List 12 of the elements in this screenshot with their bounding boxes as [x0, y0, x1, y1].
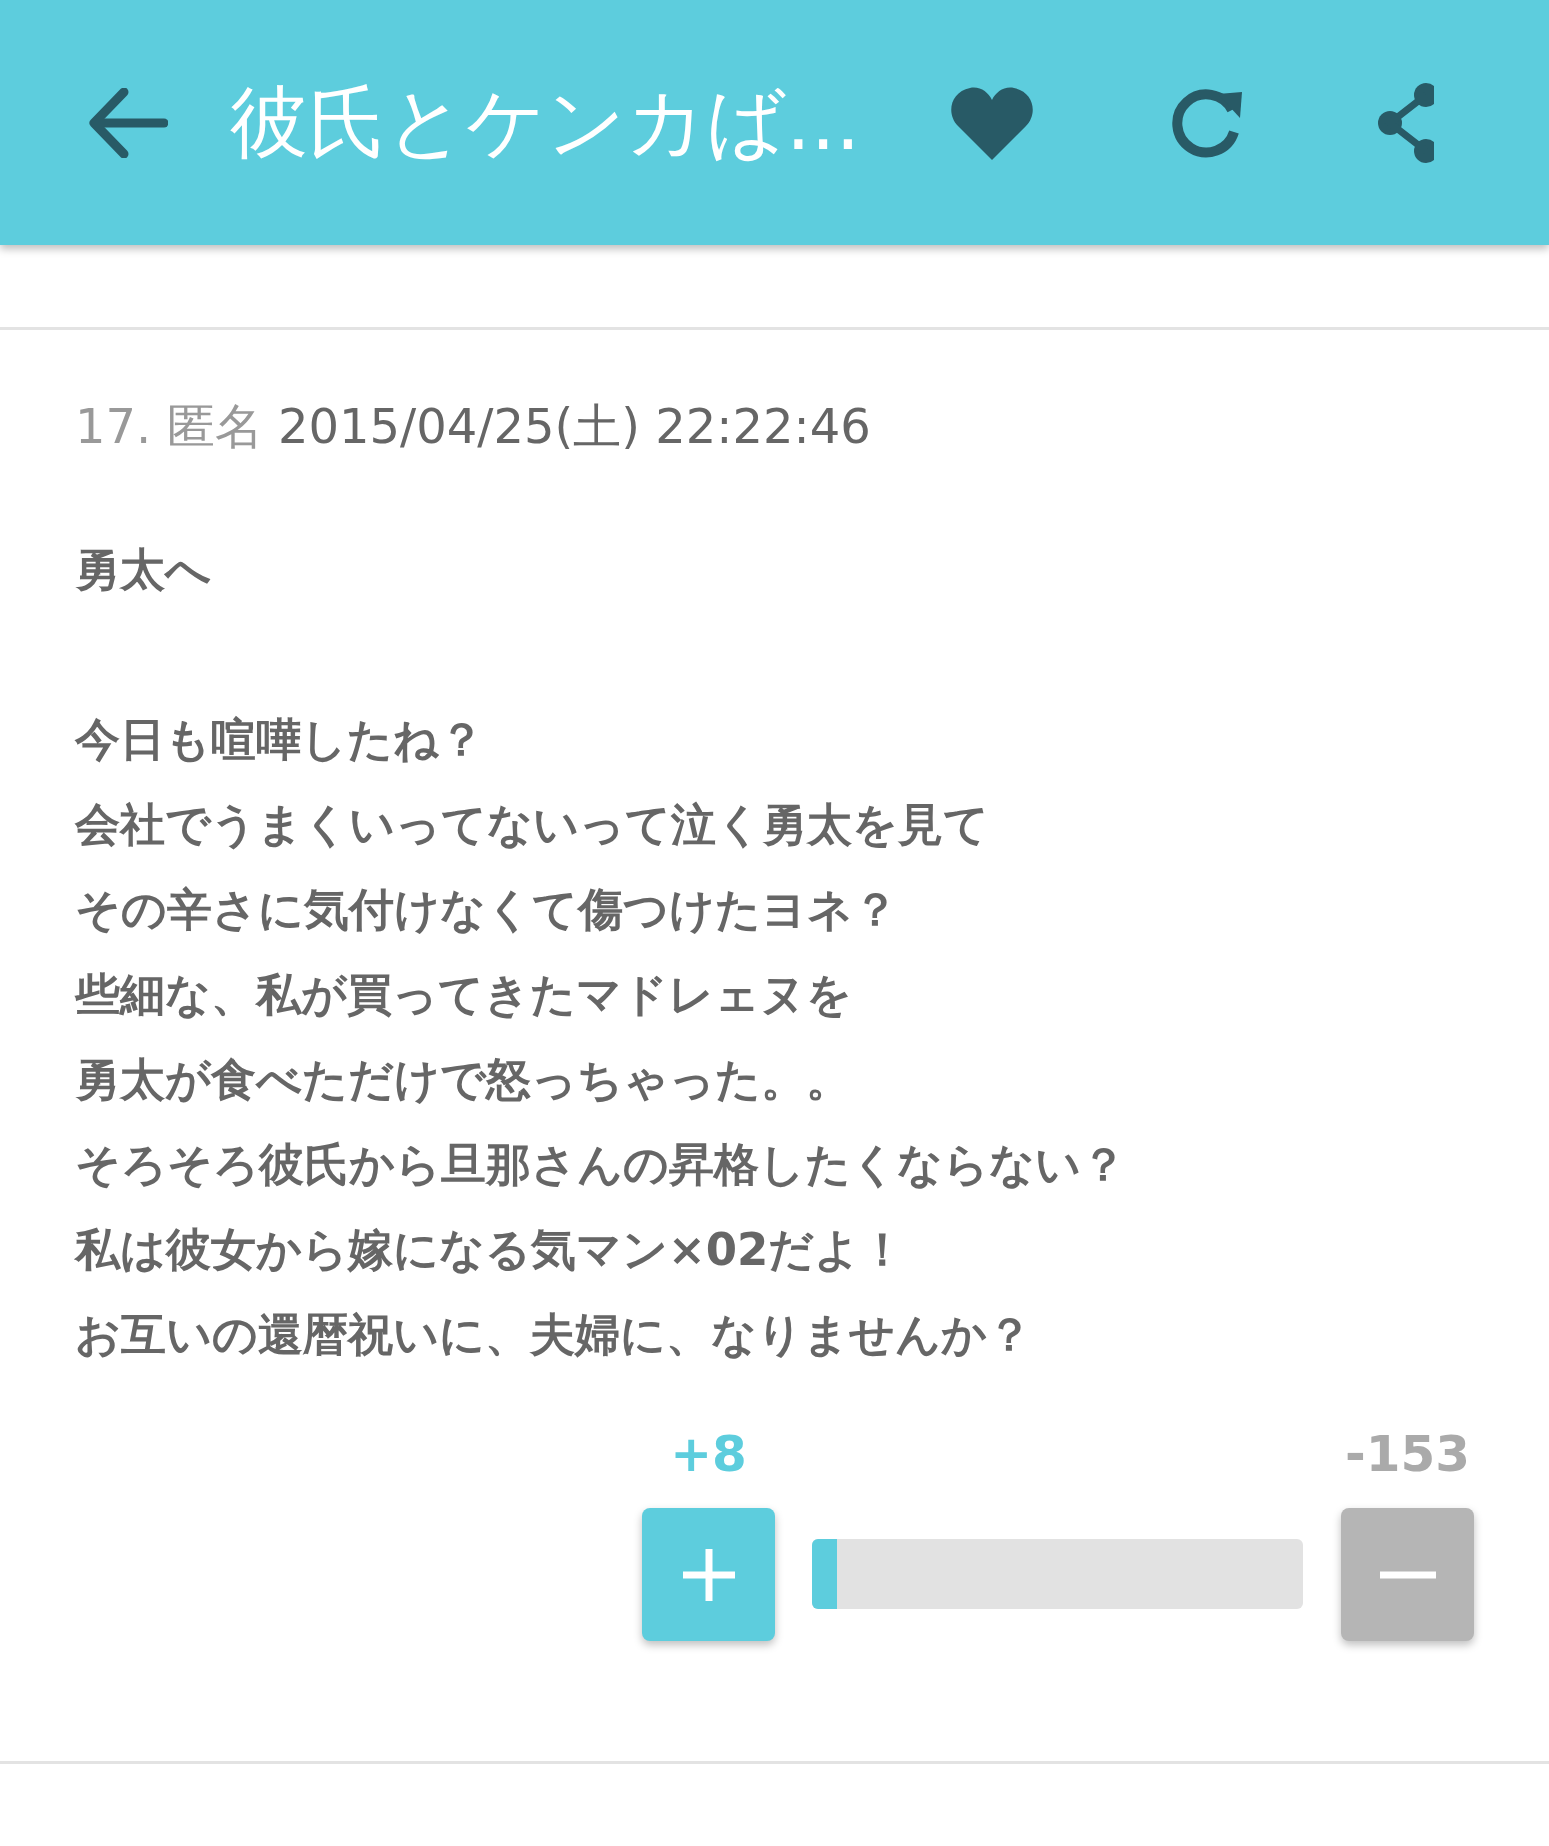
author-name: 匿名 [166, 398, 263, 454]
comment-text: 今日も喧嘩したね？ 会社でうまくいってないって泣く勇太を見て その辛さに気付けなくて傷つけたヨネ？ 些細な、私が買ってきたマドレェヌを 勇太が食べただけで怒っちゃった。。 そろそろ彼氏から旦那さんの昇格したくならない？ 私は彼女から嫁になる気マン×02だよ！ お互いの還暦祝いに、夫婦に、なりませんか？ [75, 712, 1127, 1363]
comment-date: 2015/04/25(土) 22:22:46 [277, 398, 871, 454]
plus-icon [680, 1546, 737, 1603]
plus-count: +8 [670, 1424, 747, 1485]
minus-icon [1379, 1570, 1436, 1579]
comment-number: 17. [75, 398, 152, 454]
page-title: 彼氏とケンカば... [230, 76, 861, 169]
heart-icon[interactable] [950, 85, 1035, 160]
comment-greeting: 勇太へ [75, 542, 212, 598]
share-icon[interactable] [1378, 82, 1435, 163]
minus-count: -153 [1344, 1424, 1471, 1485]
